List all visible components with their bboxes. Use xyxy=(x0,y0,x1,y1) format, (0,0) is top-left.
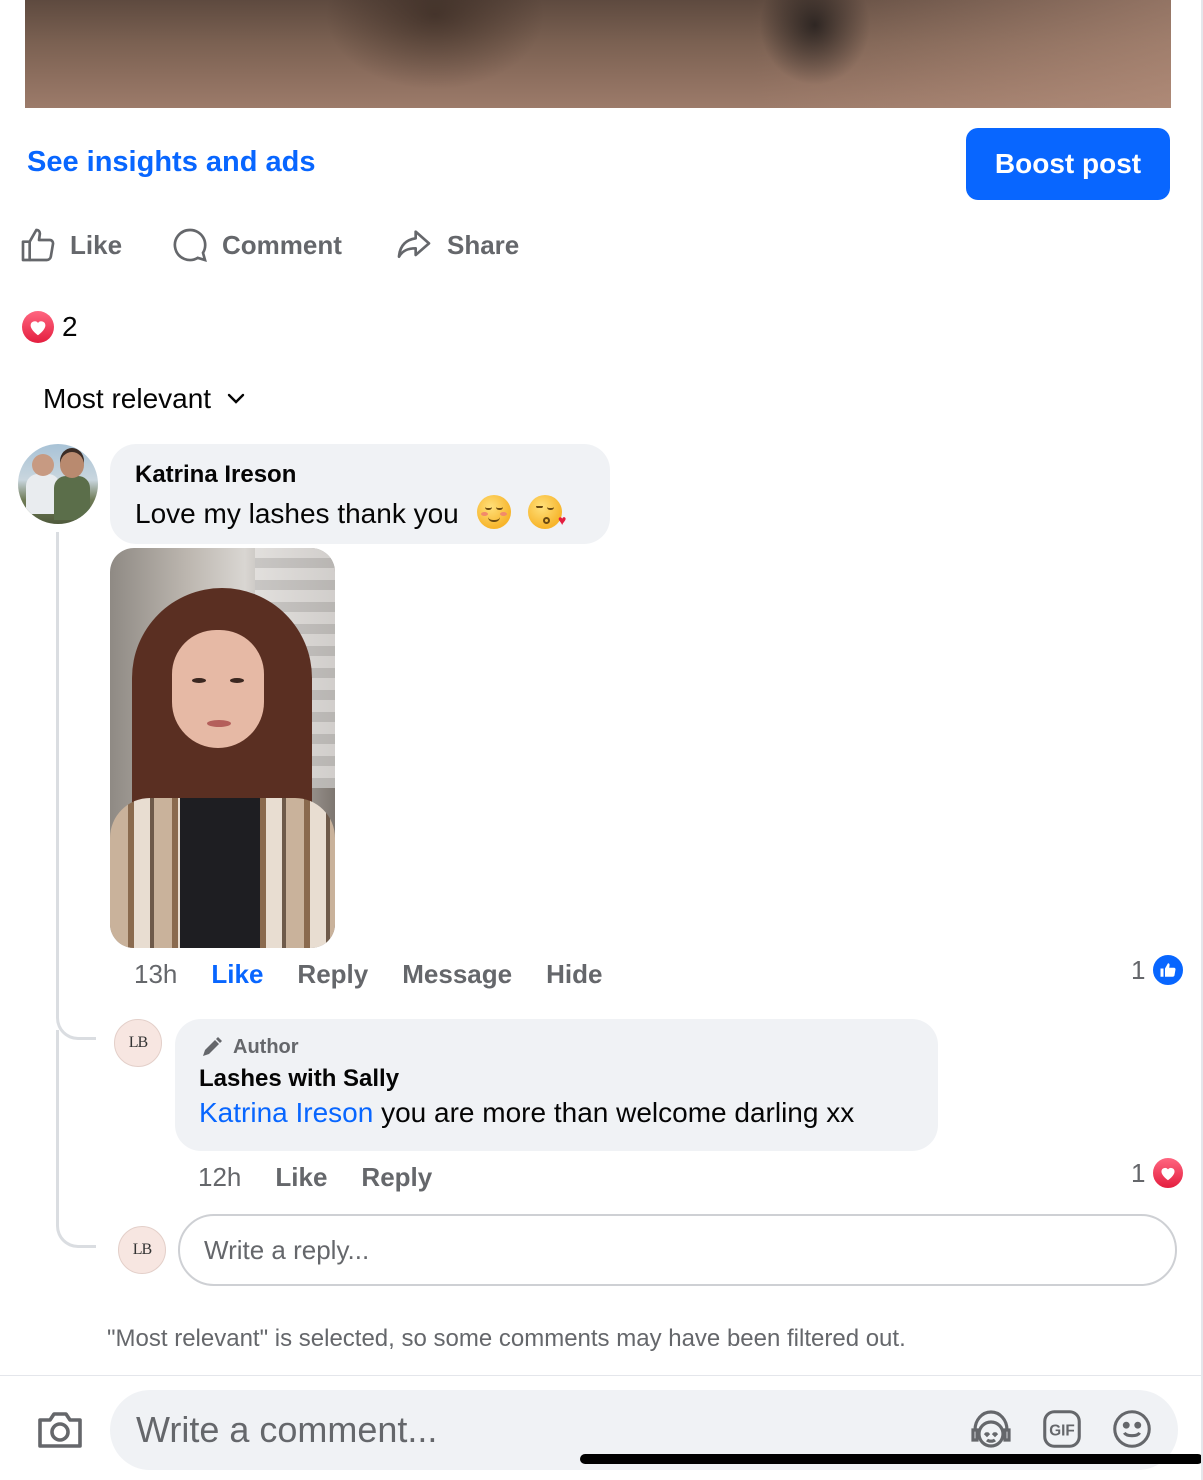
sort-label: Most relevant xyxy=(43,383,212,414)
author-badge: Author xyxy=(199,1035,914,1059)
reply-reaction-summary[interactable]: 1 xyxy=(1131,1156,1186,1190)
avatar-sticker-icon[interactable] xyxy=(967,1406,1015,1457)
filter-notice: "Most relevant" is selected, so some com… xyxy=(107,1325,906,1352)
comment-reaction-count: 1 xyxy=(1131,954,1146,985)
thumbs-up-icon xyxy=(21,228,55,262)
kissing-face-emoji-icon: ♥ xyxy=(528,495,566,529)
comment-bubble-icon xyxy=(173,228,207,262)
camera-icon[interactable] xyxy=(36,1408,84,1455)
comment-bubble: Katrina Ireson Love my lashes thank you … xyxy=(110,444,610,544)
reply-reply-button[interactable]: Reply xyxy=(361,1162,432,1193)
like-reaction-icon xyxy=(1151,953,1186,987)
comment-attached-photo[interactable] xyxy=(110,548,335,948)
comment-actions: 13h Like Reply Message Hide xyxy=(134,959,636,990)
comment-composer: Write a comment... GIF xyxy=(0,1375,1203,1480)
reply-like-button[interactable]: Like xyxy=(275,1162,327,1193)
current-user-avatar: LB xyxy=(118,1226,166,1274)
comment-like-button[interactable]: Like xyxy=(211,959,263,990)
share-button[interactable]: Share xyxy=(393,220,519,270)
comment-button[interactable]: Comment xyxy=(170,220,342,270)
comment-message-button[interactable]: Message xyxy=(402,959,512,990)
post-photo[interactable] xyxy=(25,0,1171,108)
reaction-count: 2 xyxy=(62,311,78,342)
love-reaction-icon xyxy=(1151,1156,1186,1190)
boost-post-button[interactable]: Boost post xyxy=(966,128,1170,200)
composer-tools: GIF xyxy=(943,1406,1155,1457)
comment-sort-dropdown[interactable]: Most relevant xyxy=(43,383,247,415)
reply-input[interactable]: Write a reply... xyxy=(178,1214,1177,1286)
reply-reaction-count: 1 xyxy=(1131,1157,1146,1188)
see-insights-link[interactable]: See insights and ads xyxy=(27,146,315,179)
chevron-down-icon xyxy=(227,393,245,404)
thread-connector xyxy=(56,532,96,1040)
smiling-blush-emoji-icon xyxy=(476,495,511,529)
like-button[interactable]: Like xyxy=(18,220,122,270)
share-label: Share xyxy=(447,229,520,260)
reply-bubble: Author Lashes with Sally Katrina Ireson … xyxy=(175,1019,938,1151)
reply-author-name[interactable]: Lashes with Sally xyxy=(199,1065,914,1093)
emoji-icon[interactable] xyxy=(1109,1406,1155,1457)
share-arrow-icon xyxy=(397,230,431,258)
comment-text: Love my lashes thank you ♥ xyxy=(135,495,585,530)
reply-text: Katrina Ireson you are more than welcome… xyxy=(199,1097,855,1128)
comment-reaction-summary[interactable]: 1 xyxy=(1131,953,1186,987)
avatar[interactable] xyxy=(18,444,98,524)
comment-author-name[interactable]: Katrina Ireson xyxy=(135,461,585,489)
comment-reply-button[interactable]: Reply xyxy=(297,959,368,990)
reply-actions: 12h Like Reply xyxy=(198,1162,466,1193)
svg-text:GIF: GIF xyxy=(1049,1423,1075,1440)
pen-icon xyxy=(203,1037,222,1056)
love-reaction-icon xyxy=(22,311,54,343)
thread-connector xyxy=(56,1030,96,1248)
page-avatar[interactable]: LB xyxy=(114,1019,162,1067)
gif-icon[interactable]: GIF xyxy=(1039,1406,1085,1457)
home-indicator xyxy=(580,1454,1203,1464)
mention-link[interactable]: Katrina Ireson xyxy=(199,1097,373,1128)
comment-timestamp: 13h xyxy=(134,959,178,989)
post-reactions[interactable]: 2 xyxy=(22,311,78,343)
comment-label: Comment xyxy=(222,229,342,260)
reply-timestamp: 12h xyxy=(198,1162,242,1192)
comment-hide-button[interactable]: Hide xyxy=(546,959,602,990)
like-label: Like xyxy=(70,229,123,260)
